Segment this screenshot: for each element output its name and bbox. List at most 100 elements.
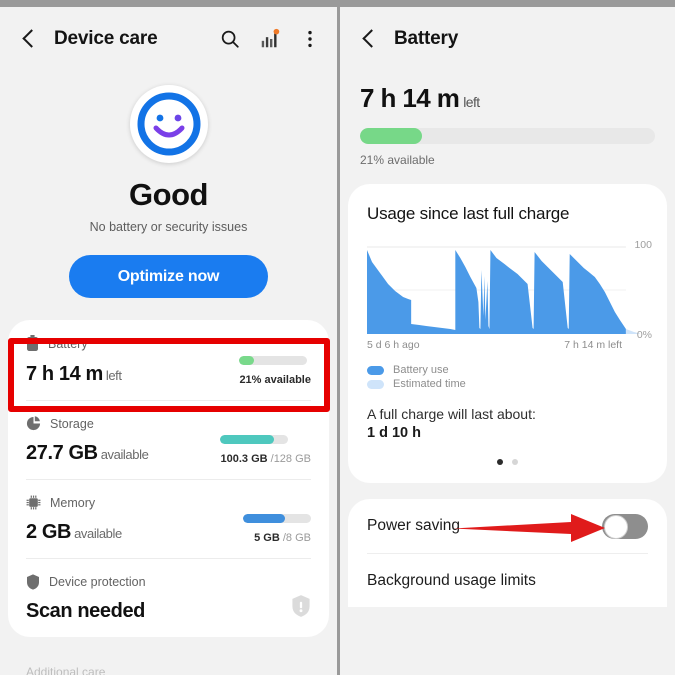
row-value-unit: left xyxy=(106,368,122,383)
shield-status-icon xyxy=(291,594,311,618)
row-body: 2 GBavailable 5 GB /8 GB xyxy=(26,514,311,544)
storage-icon xyxy=(26,416,41,431)
row-head: Memory xyxy=(26,495,311,510)
chart-series-battery-use xyxy=(367,250,626,334)
setting-label: Background usage limits xyxy=(367,572,536,590)
battery-usage-area-chart xyxy=(367,246,648,334)
battery-icon xyxy=(26,335,39,352)
row-head: Device protection xyxy=(26,574,311,590)
row-right-strong: 21% available xyxy=(239,374,311,386)
row-body: 7 h 14 mleft 21% available xyxy=(26,356,311,386)
row-value: 2 GBavailable xyxy=(26,521,122,544)
row-value-text: Scan needed xyxy=(26,600,145,622)
row-right-rest: /128 GB xyxy=(268,453,311,465)
row-value: 27.7 GBavailable xyxy=(26,442,148,465)
screenshot-root: Device care xyxy=(0,0,675,675)
battery-available-text: 21% available xyxy=(360,153,655,167)
chart-x-end-label: 7 h 14 m left xyxy=(564,339,622,351)
bar-chart-icon[interactable] xyxy=(259,28,281,50)
battery-screen: Battery 7 h 14 mleft 21% available Usage… xyxy=(340,0,675,675)
memory-progress-bar xyxy=(243,514,311,523)
more-vertical-icon[interactable] xyxy=(299,28,321,50)
page-dot-2[interactable] xyxy=(512,459,518,465)
legend-label: Battery use xyxy=(393,364,449,376)
row-value: 7 h 14 mleft xyxy=(26,363,122,386)
storage-progress-bar xyxy=(220,435,288,444)
list-item-battery[interactable]: Battery 7 h 14 mleft 21% available xyxy=(26,320,311,400)
row-head: Storage xyxy=(26,416,311,431)
page-indicator[interactable] xyxy=(367,459,648,465)
device-status-hero: Good No battery or security issues Optim… xyxy=(0,71,337,298)
setting-row-power-saving[interactable]: Power saving xyxy=(367,499,648,553)
usage-card-title: Usage since last full charge xyxy=(367,204,648,224)
optimize-now-button[interactable]: Optimize now xyxy=(69,255,268,298)
storage-progress-fill xyxy=(220,435,273,444)
topbar-actions xyxy=(219,28,321,50)
memory-progress-fill xyxy=(243,514,285,523)
row-right-rest: /8 GB xyxy=(280,532,311,544)
battery-progress-fill xyxy=(239,356,253,365)
setting-label: Power saving xyxy=(367,517,460,535)
device-care-list-card: Battery 7 h 14 mleft 21% available xyxy=(8,320,329,637)
left-topbar: Device care xyxy=(0,7,337,71)
row-right-strong: 5 GB xyxy=(254,532,280,544)
usage-card: Usage since last full charge 100 0% 5 d … xyxy=(348,184,667,483)
row-value-text: 7 h 14 m xyxy=(26,363,103,385)
right-topbar: Battery xyxy=(340,7,675,71)
row-value-unit: available xyxy=(101,447,149,462)
back-chevron-icon[interactable] xyxy=(18,28,40,50)
battery-summary: 7 h 14 mleft 21% available xyxy=(340,83,675,167)
list-item-memory[interactable]: Memory 2 GBavailable 5 GB /8 GB xyxy=(26,479,311,558)
row-label: Device protection xyxy=(49,575,146,589)
row-value: Scan needed xyxy=(26,600,145,623)
row-value-text: 27.7 GB xyxy=(26,442,98,464)
battery-time-remaining: 7 h 14 mleft xyxy=(360,83,655,114)
row-head: Battery xyxy=(26,335,311,352)
status-subtext: No battery or security issues xyxy=(0,220,337,234)
chart-x-start-label: 5 d 6 h ago xyxy=(367,339,420,351)
page-dot-1[interactable] xyxy=(497,459,503,465)
battery-time-unit: left xyxy=(463,94,479,110)
legend-swatch-battery-use xyxy=(367,366,384,375)
partial-bottom-label: Additional care xyxy=(26,665,105,675)
legend-swatch-estimated-time xyxy=(367,380,384,389)
search-icon[interactable] xyxy=(219,28,241,50)
row-value-unit: available xyxy=(74,526,122,541)
list-item-storage[interactable]: Storage 27.7 GBavailable 100.3 GB /128 G… xyxy=(26,400,311,479)
chart-y-max-label: 100 xyxy=(634,239,652,251)
battery-progress-bar xyxy=(239,356,307,365)
page-title: Battery xyxy=(394,28,458,50)
battery-level-bar xyxy=(360,128,655,144)
row-body: 27.7 GBavailable 100.3 GB /128 GB xyxy=(26,435,311,465)
smiley-face-icon xyxy=(130,85,208,163)
battery-level-fill xyxy=(360,128,422,144)
row-label: Memory xyxy=(50,496,95,510)
chart-y-min-label: 0% xyxy=(637,329,652,341)
back-chevron-icon[interactable] xyxy=(358,28,380,50)
shield-icon xyxy=(26,574,40,590)
battery-usage-chart: 100 0% xyxy=(367,246,648,334)
row-right-label: 100.3 GB /128 GB xyxy=(220,453,311,465)
row-right xyxy=(291,594,311,623)
full-charge-estimate: A full charge will last about: 1 d 10 h xyxy=(367,406,648,441)
row-right-label: 21% available xyxy=(239,374,311,386)
full-charge-title: A full charge will last about: xyxy=(367,406,648,422)
list-item-device-protection[interactable]: Device protection Scan needed xyxy=(26,558,311,637)
status-headline: Good xyxy=(0,177,337,213)
row-body: Scan needed xyxy=(26,594,311,623)
row-label: Storage xyxy=(50,417,94,431)
legend-item: Battery use xyxy=(367,364,648,376)
row-label: Battery xyxy=(48,337,88,351)
row-right-strong: 100.3 GB xyxy=(220,453,267,465)
setting-row-background-usage-limits[interactable]: Background usage limits xyxy=(367,553,648,607)
device-care-screen: Device care xyxy=(0,0,340,675)
power-saving-toggle[interactable] xyxy=(602,514,648,539)
legend-item: Estimated time xyxy=(367,378,648,390)
page-title: Device care xyxy=(54,28,157,50)
row-right: 100.3 GB /128 GB xyxy=(220,435,311,465)
chart-x-axis: 5 d 6 h ago 7 h 14 m left xyxy=(367,339,648,351)
battery-settings-card: Power saving Background usage limits xyxy=(348,499,667,607)
row-right-label: 5 GB /8 GB xyxy=(243,532,311,544)
power-saving-arrow-annotation xyxy=(453,513,621,543)
row-value-text: 2 GB xyxy=(26,521,71,543)
